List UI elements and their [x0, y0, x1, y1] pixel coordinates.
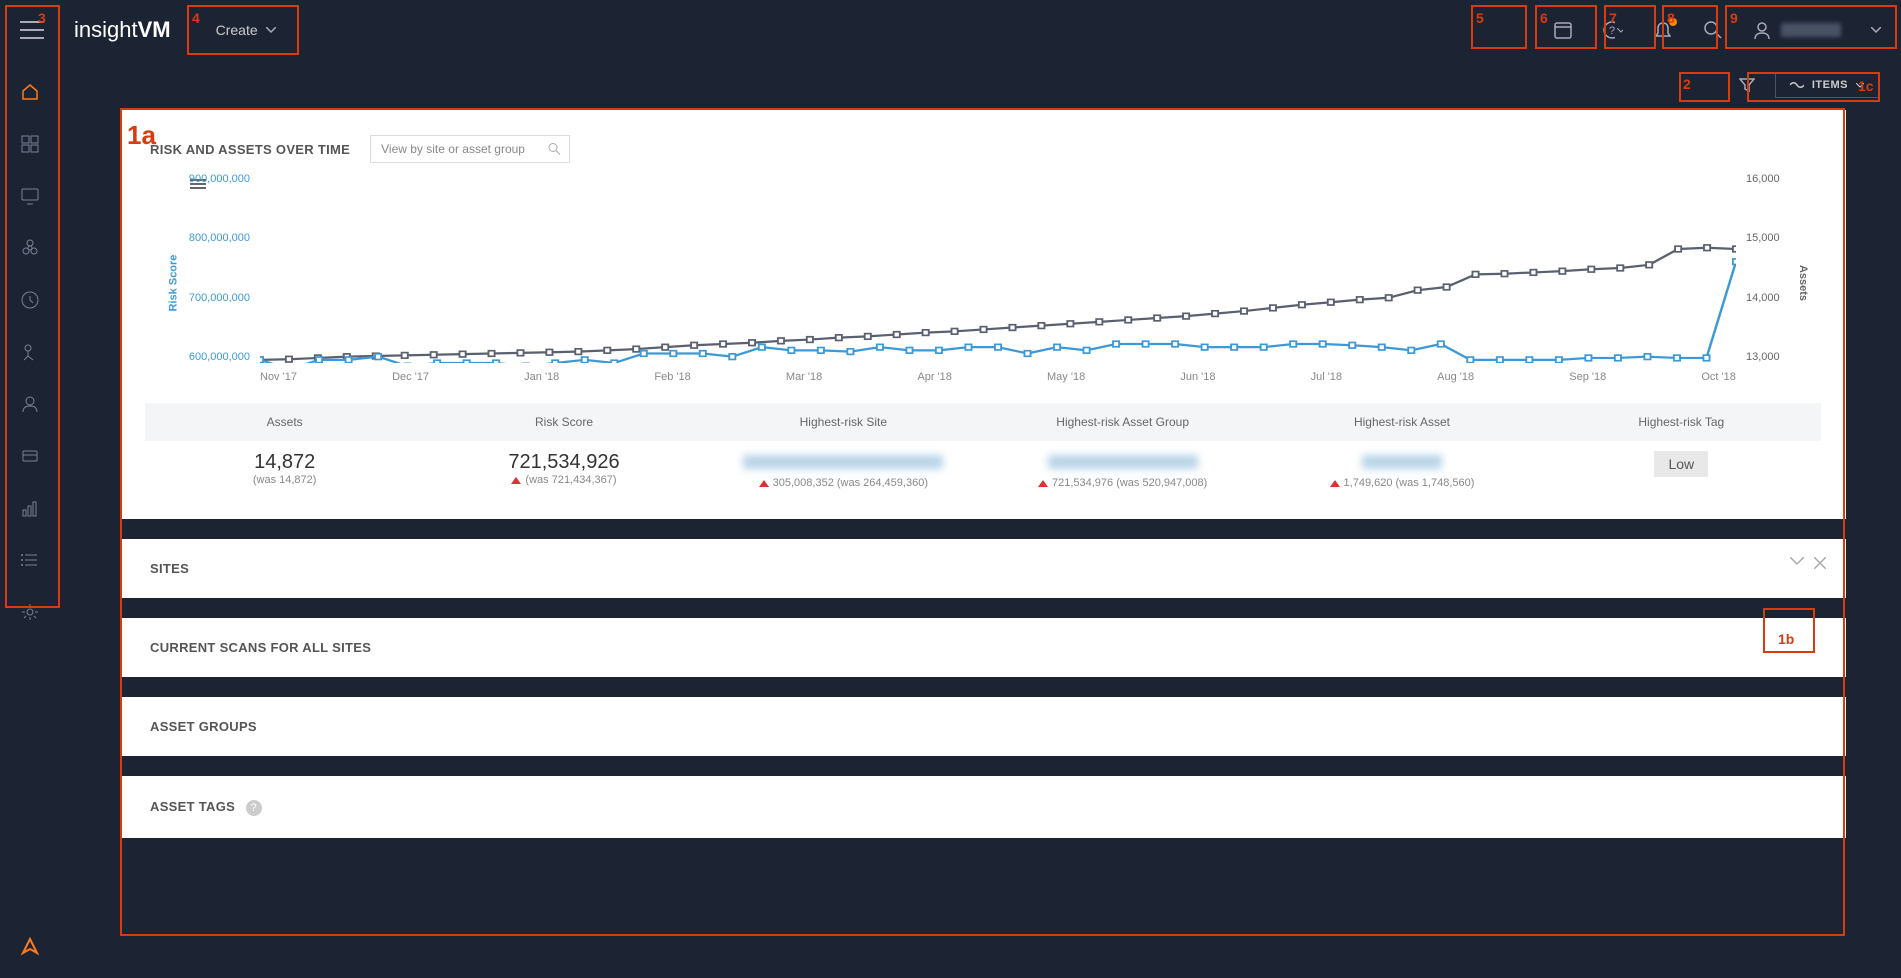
chart-area: Risk Score Assets 900,000,000 800,000,00… [170, 183, 1796, 383]
annotation-1c: 1c [1858, 78, 1874, 94]
sidebar-item-reports[interactable] [18, 496, 42, 520]
annotation-6: 6 [1540, 10, 1548, 26]
chart-search-input[interactable]: View by site or asset group [370, 135, 570, 163]
sidebar-item-settings[interactable] [18, 600, 42, 624]
stat-asset-redacted [1362, 455, 1442, 469]
sidebar-item-home[interactable] [18, 80, 42, 104]
help-tooltip-icon[interactable]: ? [246, 800, 262, 816]
stats-values-row: 14,872 (was 14,872) 721,534,926 (was 721… [145, 441, 1821, 494]
stat-site-redacted [743, 455, 943, 469]
annotation-4: 4 [192, 10, 200, 26]
annotation-1a: 1a [127, 120, 156, 151]
annotation-7: 7 [1609, 10, 1617, 26]
create-button[interactable]: Create [201, 14, 291, 46]
filter-icon[interactable] [1739, 77, 1755, 93]
sidebar-brand-icon[interactable] [18, 934, 42, 958]
y-axis-left-ticks: 900,000,000 800,000,000 700,000,000 600,… [170, 173, 250, 363]
collapse-icon[interactable] [1790, 557, 1804, 569]
sidebar-item-biohazard[interactable] [18, 236, 42, 260]
search-icon-small [548, 143, 561, 156]
close-icon[interactable] [1814, 557, 1826, 569]
sidebar-item-monitor[interactable] [18, 184, 42, 208]
sidebar-item-dashboard[interactable] [18, 132, 42, 156]
y-axis-right-label: Assets [1797, 265, 1809, 301]
risk-assets-card: RISK AND ASSETS OVER TIME View by site o… [120, 110, 1846, 519]
sidebar-nav [0, 60, 60, 978]
annotation-9: 9 [1730, 10, 1738, 26]
stat-tag-badge[interactable]: Low [1654, 451, 1708, 477]
user-menu[interactable] [1753, 21, 1881, 39]
sidebar-item-policy[interactable] [18, 288, 42, 312]
stats-header-row: Assets Risk Score Highest-risk Site High… [145, 403, 1821, 441]
annotation-3: 3 [38, 10, 46, 26]
scans-section: CURRENT SCANS FOR ALL SITES [120, 618, 1846, 677]
sidebar-item-list[interactable] [18, 548, 42, 572]
y-axis-right-ticks: 16,000 15,000 14,000 13,000 [1746, 173, 1796, 363]
x-axis-ticks: Nov '17 Dec '17 Jan '18 Feb '18 Mar '18 … [260, 371, 1736, 383]
annotation-5: 5 [1476, 10, 1484, 26]
stat-group-redacted [1048, 455, 1198, 469]
svg-text:?: ? [1609, 25, 1615, 37]
asset-groups-section: ASSET GROUPS [120, 697, 1846, 756]
search-icon[interactable] [1703, 20, 1723, 40]
stat-risk-value: 721,534,926 [429, 451, 698, 474]
username-redacted [1781, 23, 1841, 37]
sidebar-item-user[interactable] [18, 392, 42, 416]
asset-tags-section: ASSET TAGS ? [120, 776, 1846, 838]
annotation-1b: 1b [1778, 631, 1794, 647]
calendar-icon[interactable] [1553, 20, 1573, 40]
brand-logo: insightVM [74, 17, 171, 43]
annotation-8: 8 [1667, 10, 1675, 26]
sidebar-item-query[interactable] [18, 340, 42, 364]
stat-assets-value: 14,872 [150, 451, 419, 474]
sites-section: SITES [120, 539, 1846, 598]
chart-title: RISK AND ASSETS OVER TIME [150, 142, 350, 157]
sidebar-item-ticket[interactable] [18, 444, 42, 468]
annotation-2: 2 [1683, 76, 1691, 92]
